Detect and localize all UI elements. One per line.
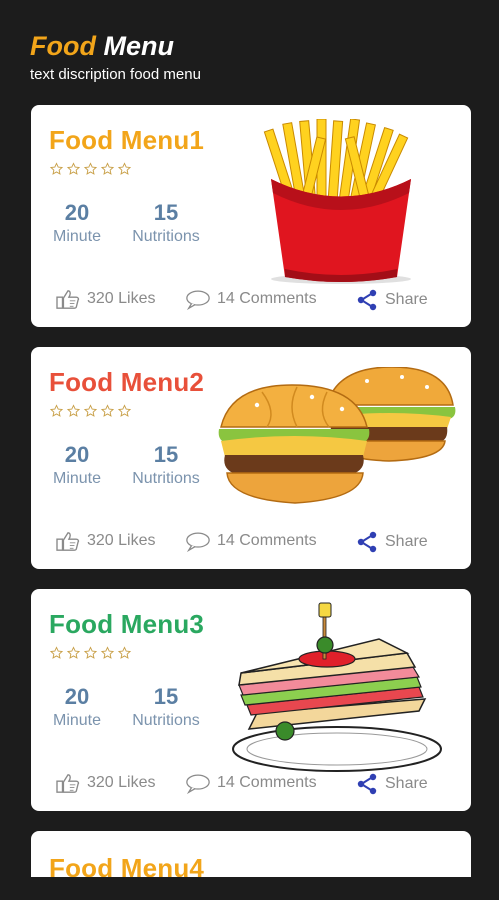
minute-value: 20 xyxy=(64,200,90,225)
star-icon[interactable] xyxy=(117,404,132,418)
star-icon[interactable] xyxy=(49,404,64,418)
star-icon[interactable] xyxy=(66,646,81,660)
thumbs-up-icon xyxy=(55,530,81,552)
minute-stat: 20 Minute xyxy=(47,442,107,488)
thumbs-up-icon xyxy=(55,772,81,794)
comment-button[interactable]: 14 Comments xyxy=(185,288,317,310)
nutritions-stat: 15 Nutritions xyxy=(125,442,207,488)
star-icon[interactable] xyxy=(100,646,115,660)
app-title: Food Menu xyxy=(30,30,201,62)
star-icon[interactable] xyxy=(83,404,98,418)
star-icon[interactable] xyxy=(66,162,81,176)
share-button[interactable]: Share xyxy=(355,288,428,312)
sandwich-image xyxy=(232,602,442,772)
share-icon xyxy=(355,772,379,796)
food-card-2[interactable]: Food Menu2 20 Minute 15 Nutritions 320 L… xyxy=(31,347,471,569)
minute-label: Minute xyxy=(52,228,102,245)
comments-count: 14 Comments xyxy=(217,774,317,791)
card-title: Food Menu3 xyxy=(49,609,205,639)
star-icon[interactable] xyxy=(83,162,98,176)
minute-value: 20 xyxy=(64,442,90,467)
share-label: Share xyxy=(385,533,428,550)
nutritions-value: 15 xyxy=(153,200,179,225)
comment-icon xyxy=(185,288,211,310)
share-icon xyxy=(355,288,379,312)
comments-count: 14 Comments xyxy=(217,290,317,307)
comments-count: 14 Comments xyxy=(217,532,317,549)
card-title: Food Menu4 xyxy=(49,853,205,877)
minute-value: 20 xyxy=(64,684,90,709)
share-button[interactable]: Share xyxy=(355,530,428,554)
card-title: Food Menu2 xyxy=(49,367,205,397)
likes-count: 320 Likes xyxy=(87,774,156,791)
nutritions-stat: 15 Nutritions xyxy=(125,684,207,730)
french-fries-image xyxy=(263,119,411,284)
comment-button[interactable]: 14 Comments xyxy=(185,530,317,552)
comment-icon xyxy=(185,772,211,794)
share-icon xyxy=(355,530,379,554)
share-label: Share xyxy=(385,775,428,792)
like-button[interactable]: 320 Likes xyxy=(55,530,156,552)
comment-button[interactable]: 14 Comments xyxy=(185,772,317,794)
app-title-part2: Menu xyxy=(103,31,175,61)
food-card-3[interactable]: Food Menu3 20 Minute 15 Nutritions 320 L… xyxy=(31,589,471,811)
nutritions-value: 15 xyxy=(153,684,179,709)
like-button[interactable]: 320 Likes xyxy=(55,772,156,794)
comment-icon xyxy=(185,530,211,552)
star-icon[interactable] xyxy=(117,162,132,176)
star-icon[interactable] xyxy=(100,404,115,418)
minute-label: Minute xyxy=(52,470,102,487)
card-actions: 320 Likes 14 Comments Share xyxy=(55,288,451,312)
card-title: Food Menu1 xyxy=(49,125,205,155)
star-icon[interactable] xyxy=(66,404,81,418)
minute-stat: 20 Minute xyxy=(47,200,107,246)
nutritions-label: Nutritions xyxy=(132,712,200,729)
app-header: Food Menu text discription food menu xyxy=(30,30,201,83)
star-icon[interactable] xyxy=(49,162,64,176)
share-button[interactable]: Share xyxy=(355,772,428,796)
minute-stat: 20 Minute xyxy=(47,684,107,730)
share-label: Share xyxy=(385,291,428,308)
star-rating[interactable] xyxy=(49,404,132,418)
app-subtitle: text discription food menu xyxy=(30,66,201,83)
star-icon[interactable] xyxy=(83,646,98,660)
nutritions-label: Nutritions xyxy=(132,228,200,245)
food-card-4[interactable]: Food Menu4 xyxy=(31,831,471,877)
food-card-1[interactable]: Food Menu1 20 Minute 15 Nutritions 320 L… xyxy=(31,105,471,327)
likes-count: 320 Likes xyxy=(87,290,156,307)
star-icon[interactable] xyxy=(117,646,132,660)
nutritions-stat: 15 Nutritions xyxy=(125,200,207,246)
likes-count: 320 Likes xyxy=(87,532,156,549)
star-rating[interactable] xyxy=(49,162,132,176)
thumbs-up-icon xyxy=(55,288,81,310)
star-icon[interactable] xyxy=(100,162,115,176)
minute-label: Minute xyxy=(52,712,102,729)
like-button[interactable]: 320 Likes xyxy=(55,288,156,310)
nutritions-value: 15 xyxy=(153,442,179,467)
card-actions: 320 Likes 14 Comments Share xyxy=(55,530,451,554)
star-icon[interactable] xyxy=(49,646,64,660)
nutritions-label: Nutritions xyxy=(132,470,200,487)
burgers-image xyxy=(218,367,456,504)
app-title-part1: Food xyxy=(30,31,96,61)
card-actions: 320 Likes 14 Comments Share xyxy=(55,772,451,796)
star-rating[interactable] xyxy=(49,646,132,660)
